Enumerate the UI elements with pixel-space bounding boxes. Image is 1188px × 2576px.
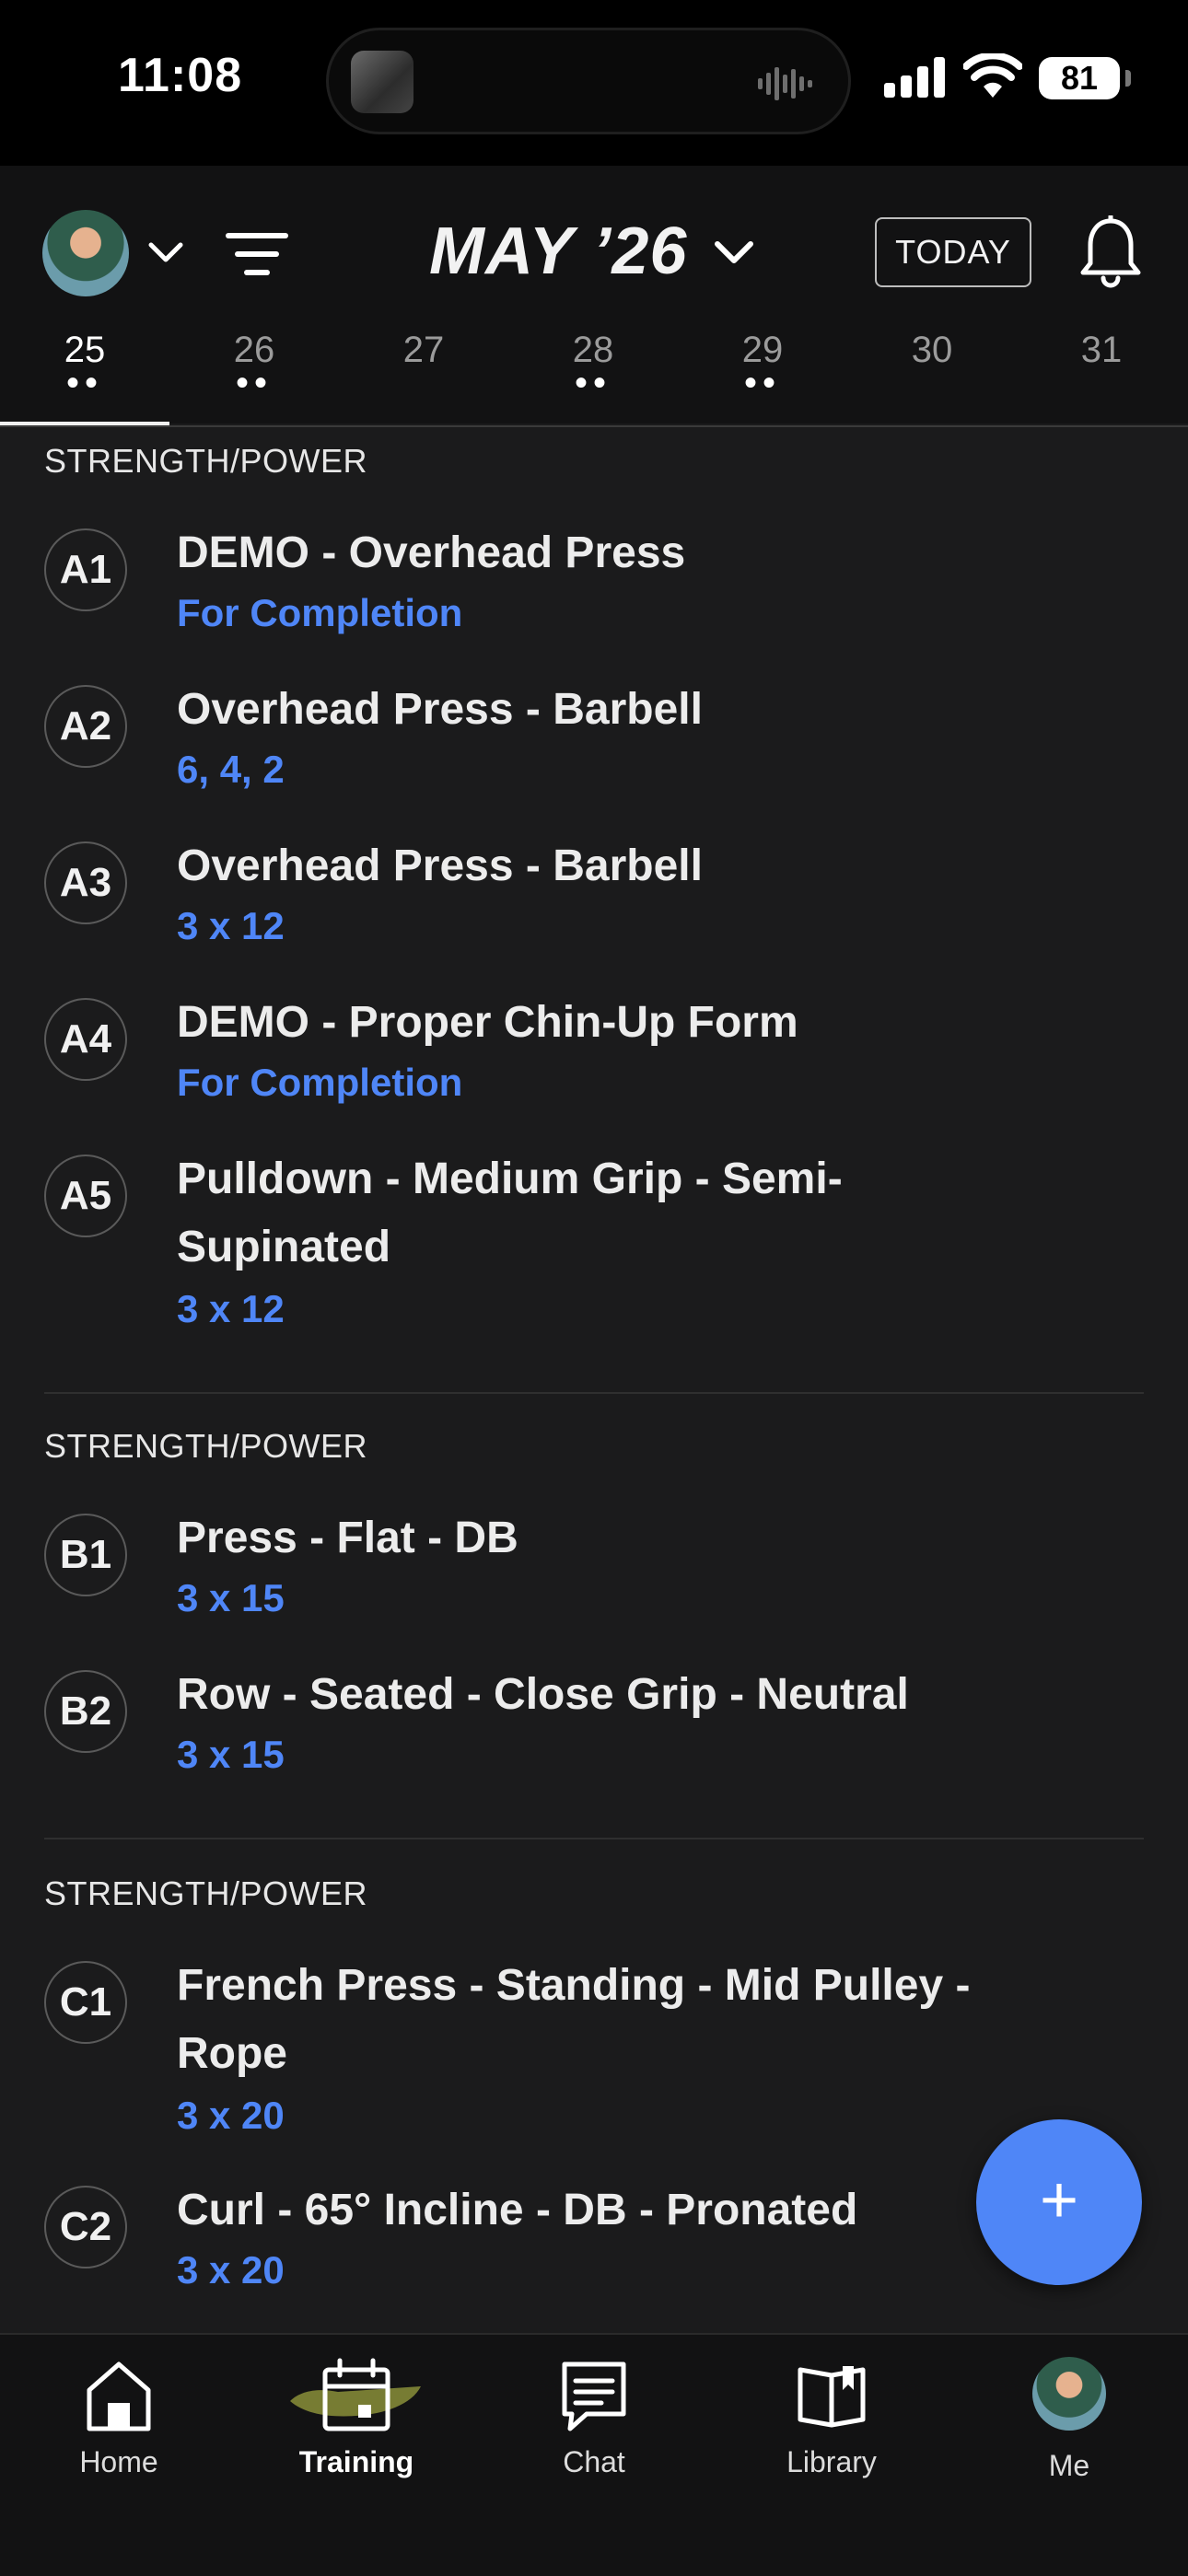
exercise-code-badge: A5 (44, 1155, 127, 1237)
chat-icon (562, 2361, 626, 2431)
exercise-prescription: 3 x 20 (177, 2094, 285, 2137)
section-divider (44, 1838, 1144, 1839)
tab-training[interactable]: Training (238, 2353, 475, 2479)
workout-dots (847, 378, 1017, 397)
exercise-prescription: 3 x 12 (177, 1287, 285, 1330)
exercise-name: DEMO - Overhead Press (177, 528, 686, 577)
wifi-icon (963, 53, 1022, 98)
date-28[interactable]: 28 •• (508, 330, 678, 403)
tab-library[interactable]: Library (713, 2353, 950, 2479)
date-strip: 25 •• 26 •• 27 28 •• 29 •• 30 31 (0, 330, 1188, 422)
date-25[interactable]: 25 •• (0, 330, 169, 403)
section-title: STRENGTH/POWER (44, 442, 368, 480)
chevron-down-icon[interactable] (147, 241, 184, 265)
section-title: STRENGTH/POWER (44, 1427, 368, 1465)
exercise-name: Overhead Press - Barbell (177, 685, 703, 734)
tab-home[interactable]: Home (0, 2353, 238, 2479)
tab-label: Home (79, 2445, 158, 2478)
exercise-code-badge: C2 (44, 2186, 127, 2269)
month-selector[interactable]: MAY ’26 (429, 214, 687, 289)
exercise-code-badge: A1 (44, 528, 127, 611)
battery-indicator: 81 (1039, 57, 1131, 99)
add-button[interactable]: + (976, 2119, 1142, 2285)
profile-avatar[interactable] (42, 210, 129, 296)
exercise-name: Overhead Press - Barbell (177, 841, 703, 890)
exercise-prescription: 3 x 20 (177, 2248, 285, 2292)
date-26[interactable]: 26 •• (169, 330, 339, 403)
me-avatar (950, 2357, 1188, 2442)
dynamic-island[interactable] (326, 28, 851, 134)
exercise-name: Pulldown - Medium Grip - Semi-Supinated (177, 1155, 843, 1271)
exercise-code-badge: B2 (44, 1670, 127, 1753)
exercise-code-badge: B1 (44, 1514, 127, 1596)
workout-dots: •• (574, 363, 611, 403)
exercise-name: Press - Flat - DB (177, 1514, 518, 1562)
date-31[interactable]: 31 (1017, 330, 1186, 397)
date-30[interactable]: 30 (847, 330, 1017, 397)
workout-dots: •• (65, 363, 103, 403)
exercise-prescription: For Completion (177, 591, 463, 634)
date-29[interactable]: 29 •• (678, 330, 847, 403)
exercise-code-badge: A3 (44, 841, 127, 924)
audio-wave-icon (758, 67, 812, 100)
exercise-prescription: 6, 4, 2 (177, 748, 285, 791)
workout-dots (1017, 378, 1186, 397)
exercise-prescription: 3 x 15 (177, 1733, 285, 1776)
now-playing-thumbnail (351, 51, 413, 113)
tab-label: Chat (563, 2445, 625, 2478)
calendar-icon (290, 2358, 421, 2431)
app-header: MAY ’26 TODAY 25 •• 26 •• 27 28 •• 29 •• 30 … (0, 166, 1188, 427)
filter-icon[interactable] (225, 230, 289, 278)
tab-chat[interactable]: Chat (475, 2353, 713, 2479)
tab-me[interactable]: Me (950, 2353, 1188, 2483)
status-bar: 11:08 81 (0, 0, 1188, 166)
exercise-code-badge: C1 (44, 1961, 127, 2044)
exercise-prescription: For Completion (177, 1061, 463, 1104)
exercise-name: Curl - 65° Incline - DB - Pronated (177, 2186, 858, 2234)
exercise-code-badge: A4 (44, 998, 127, 1081)
section-divider (44, 1392, 1144, 1394)
exercise-prescription: 3 x 15 (177, 1576, 285, 1619)
month-chevron-down-icon[interactable] (713, 239, 755, 267)
home-icon (87, 2361, 151, 2431)
book-icon (798, 2366, 866, 2428)
header-divider (0, 425, 1188, 427)
cellular-signal-icon (884, 57, 945, 98)
bottom-tab-bar: Home Training Chat Library Me (0, 2333, 1188, 2576)
workout-dots (339, 378, 508, 397)
workout-dots: •• (743, 363, 781, 403)
tab-label: Me (1048, 2449, 1090, 2482)
tab-label: Library (786, 2445, 877, 2478)
exercise-prescription: 3 x 12 (177, 904, 285, 947)
date-27[interactable]: 27 (339, 330, 508, 397)
today-button[interactable]: TODAY (875, 217, 1031, 287)
tab-label: Training (298, 2445, 414, 2478)
exercise-code-badge: A2 (44, 685, 127, 768)
bell-icon[interactable] (1077, 215, 1144, 291)
section-title: STRENGTH/POWER (44, 1874, 368, 1912)
exercise-name: Row - Seated - Close Grip - Neutral (177, 1670, 909, 1719)
exercise-name: DEMO - Proper Chin-Up Form (177, 998, 798, 1047)
status-time: 11:08 (118, 49, 243, 102)
workout-dots: •• (235, 363, 273, 403)
exercise-name: French Press - Standing - Mid Pulley - R… (177, 1961, 971, 2078)
